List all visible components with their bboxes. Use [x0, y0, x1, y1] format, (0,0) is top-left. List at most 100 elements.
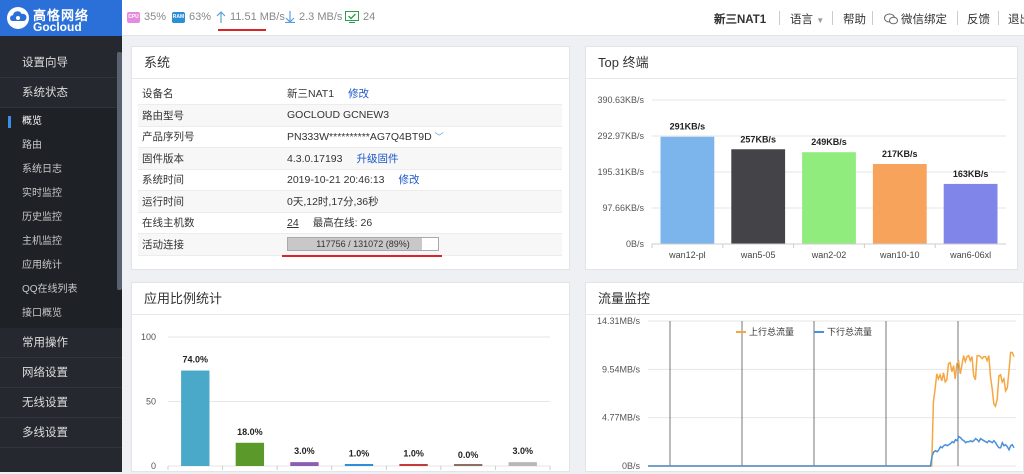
bar-value-label: 74.0%: [183, 355, 209, 365]
row-key: 活动连接: [138, 233, 283, 256]
legend-label: 下行总流量: [827, 326, 872, 337]
sidebar-subitem-system-log[interactable]: 系统日志: [0, 158, 122, 182]
sidebar-subitem-app-stats[interactable]: 应用统计: [0, 254, 122, 278]
online-hosts-link[interactable]: 24: [287, 217, 299, 229]
legend-label: 上行总流量: [749, 326, 794, 337]
bar-value-label: 217KB/s: [882, 149, 918, 159]
sidebar-subitem-qq-online[interactable]: QQ在线列表: [0, 278, 122, 302]
wechat-bind-link[interactable]: 微信绑定: [884, 11, 947, 27]
upload-underline: [218, 29, 266, 31]
row-value-cell: PN333W**********AG7Q4BT9D ﹀: [283, 126, 562, 148]
y-tick-label: 97.66KB/s: [602, 203, 644, 213]
bar-value-label: 18.0%: [237, 427, 263, 437]
row-key: 在线主机数: [138, 212, 283, 234]
row-key: 路由型号: [138, 104, 283, 127]
sidebar-item-wireless-settings[interactable]: 无线设置: [0, 388, 122, 418]
table-row: 活动连接 117756 / 131072 (89%): [138, 233, 562, 256]
top-terminals-title: Top 终端: [586, 47, 1017, 79]
y-tick-label: 0B/s: [622, 461, 641, 471]
sidebar-subitem-overview[interactable]: 概览: [0, 110, 122, 134]
separator: [779, 11, 780, 25]
x-tick-label: wan12-pl: [668, 250, 706, 260]
row-value-cell: 4.3.0.17193 升级固件: [283, 147, 562, 170]
language-menu[interactable]: 语言 ▼: [790, 11, 824, 27]
row-key: 固件版本: [138, 147, 283, 170]
help-link[interactable]: 帮助: [843, 11, 866, 27]
brand-logo[interactable]: 高恪网络 Gocloud: [0, 0, 122, 36]
bar-value-label: 0.0%: [458, 450, 479, 460]
bar-value-label: 3.0%: [512, 446, 533, 456]
feedback-link[interactable]: 反馈: [967, 11, 990, 27]
cloud-logo-icon: [7, 7, 29, 29]
bar: [508, 462, 537, 466]
bar-value-label: 291KB/s: [670, 122, 706, 132]
connections-stat: 24: [345, 11, 375, 23]
y-tick-label: 50: [146, 397, 156, 407]
device-name-label: 新三NAT1: [714, 14, 767, 26]
separator: [832, 11, 833, 25]
app-ratio-title: 应用比例统计: [132, 283, 569, 315]
sidebar-subitem-history-monitor[interactable]: 历史监控: [0, 206, 122, 230]
app-ratio-panel: 应用比例统计 0 50 100 74.0% 18.0% 3.0% 1.0% 1.0% 0.0% 3…: [131, 282, 570, 472]
uptime-value: 0天,12时,17分,36秒: [283, 190, 562, 213]
table-row: 系统时间 2019-10-21 20:46:13 修改: [138, 169, 562, 191]
sidebar: 设置向导 系统状态 概览 路由 系统日志 实时监控 历史监控 主机监控 应用统计…: [0, 36, 122, 472]
traffic-monitor-title: 流量监控: [586, 283, 1023, 315]
ram-value: 63%: [189, 11, 212, 23]
ram-stat: RAM 63%: [172, 11, 211, 23]
connections-value: 24: [363, 11, 376, 23]
system-panel-title: 系统: [132, 47, 569, 79]
download-stat: 2.3 MB/s: [285, 11, 342, 23]
language-label: 语言: [790, 14, 813, 26]
system-time-value: 2019-10-21 20:46:13: [287, 174, 385, 187]
sidebar-subitem-route[interactable]: 路由: [0, 134, 122, 158]
y-tick-label: 9.54MB/s: [602, 364, 641, 374]
upgrade-firmware-link[interactable]: 升级固件: [356, 153, 398, 165]
edit-system-time-link[interactable]: 修改: [399, 174, 420, 186]
wechat-label: 微信绑定: [901, 14, 947, 26]
chevron-down-icon[interactable]: ﹀: [435, 132, 444, 142]
bar: [731, 149, 786, 244]
bar-value-label: 1.0%: [349, 449, 370, 459]
bar: [872, 164, 927, 244]
bar: [453, 464, 483, 466]
y-tick-label: 4.77MB/s: [602, 413, 641, 423]
sidebar-item-network-settings[interactable]: 网络设置: [0, 358, 122, 388]
bar-value-label: 163KB/s: [953, 169, 989, 179]
bar-value-label: 1.0%: [403, 449, 424, 459]
sidebar-subitem-host-monitor[interactable]: 主机监控: [0, 230, 122, 254]
edit-device-name-link[interactable]: 修改: [348, 88, 369, 100]
y-tick-label: 0: [151, 461, 156, 471]
sidebar-item-system-status[interactable]: 系统状态: [0, 78, 122, 108]
device-name-value: 新三NAT1: [287, 88, 335, 100]
separator: [957, 11, 958, 25]
y-tick-label: 292.97KB/s: [597, 131, 644, 141]
exit-link[interactable]: 退出: [1008, 11, 1024, 27]
sidebar-item-setup-wizard[interactable]: 设置向导: [0, 48, 122, 78]
sidebar-scrollbar[interactable]: [117, 52, 122, 290]
row-value-cell: 117756 / 131072 (89%): [283, 233, 562, 256]
traffic-monitor-panel: 流量监控 0B/s 4.77MB/s 9.54MB/s 14.31MB/s 上行总流量 下…: [585, 282, 1024, 472]
active-connections-progress: 117756 / 131072 (89%): [287, 237, 439, 252]
bar-value-label: 249KB/s: [811, 137, 847, 147]
upload-arrow-icon: [216, 11, 226, 23]
y-tick-label: 0B/s: [626, 239, 645, 249]
row-key: 运行时间: [138, 190, 283, 213]
bar: [235, 442, 265, 466]
sidebar-subitem-interface-overview[interactable]: 接口概览: [0, 302, 122, 326]
row-value-cell: 2019-10-21 20:46:13 修改: [283, 169, 562, 191]
row-key: 产品序列号: [138, 126, 283, 148]
router-model-value: GOCLOUD GCNEW3: [283, 104, 562, 127]
ram-icon: RAM: [172, 11, 185, 23]
sidebar-subitem-realtime-monitor[interactable]: 实时监控: [0, 182, 122, 206]
cpu-stat: CPU 35%: [127, 11, 166, 23]
table-row: 产品序列号 PN333W**********AG7Q4BT9D ﹀: [138, 126, 562, 148]
cpu-value: 35%: [144, 11, 167, 23]
table-row: 运行时间 0天,12时,17分,36秒: [138, 190, 562, 213]
sidebar-item-common-ops[interactable]: 常用操作: [0, 328, 122, 358]
y-tick-label: 14.31MB/s: [597, 316, 641, 326]
sidebar-item-multiline-settings[interactable]: 多线设置: [0, 418, 122, 448]
monitor-check-icon: [345, 11, 359, 23]
system-panel: 系统 设备名 新三NAT1 修改 路由型号 GOCLOUD GCNEW3 产品序列号 P…: [131, 46, 570, 270]
